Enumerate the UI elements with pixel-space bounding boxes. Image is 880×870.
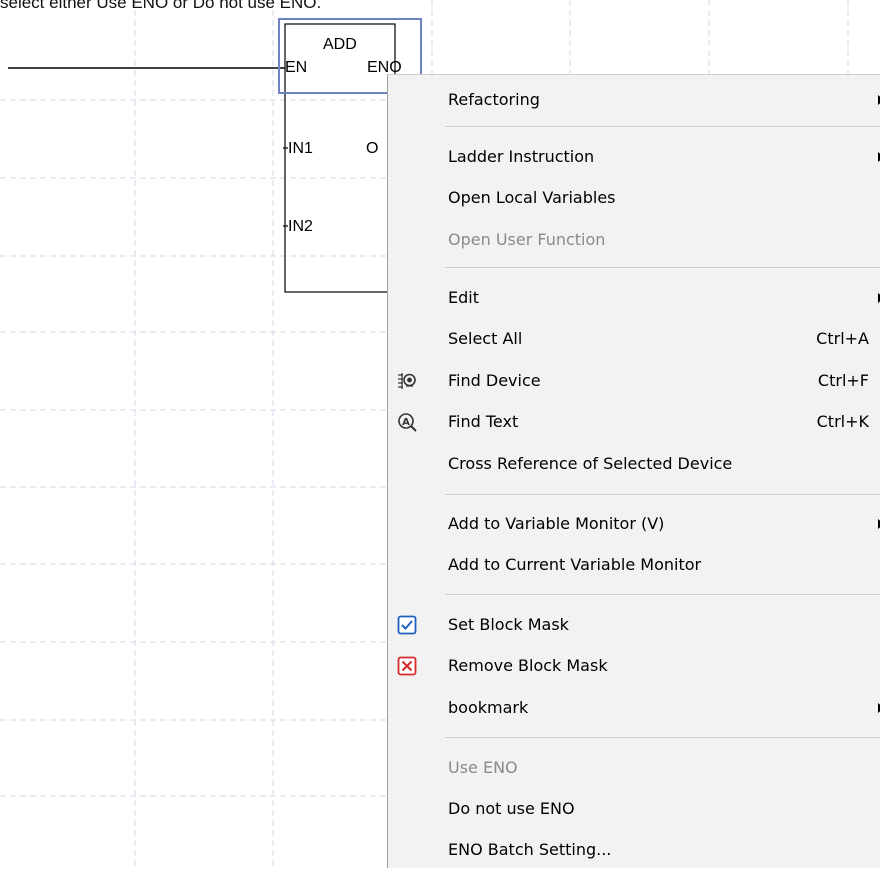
menu-item-add-to-variable-monitor[interactable]: Add to Variable Monitor (V) xyxy=(388,504,880,544)
menu-item-ladder-instruction[interactable]: Ladder Instruction xyxy=(388,137,880,177)
menu-item-label: Set Block Mask xyxy=(448,615,569,634)
menu-item-label: Open User Function xyxy=(448,230,606,249)
checkbox-remove-icon xyxy=(397,656,417,676)
menu-item-edit[interactable]: Edit xyxy=(388,278,880,318)
menu-separator xyxy=(445,594,880,595)
menu-separator xyxy=(445,267,880,268)
menu-item-label: Open Local Variables xyxy=(448,188,616,207)
menu-item-open-user-function: Open User Function xyxy=(388,220,880,260)
menu-separator xyxy=(445,494,880,495)
checkbox-checked-icon xyxy=(397,615,417,635)
shortcut-label: Ctrl+A xyxy=(816,329,869,348)
shortcut-label: Ctrl+K xyxy=(816,412,869,431)
menu-item-label: Remove Block Mask xyxy=(448,656,608,675)
menu-item-set-block-mask[interactable]: Set Block Mask xyxy=(388,605,880,645)
menu-item-find-text[interactable]: A Find Text Ctrl+K xyxy=(388,402,880,442)
menu-item-label: Ladder Instruction xyxy=(448,147,595,166)
menu-item-label: Cross Reference of Selected Device xyxy=(448,454,733,473)
menu-item-select-all[interactable]: Select All Ctrl+A xyxy=(388,319,880,359)
menu-item-label: bookmark xyxy=(448,698,529,717)
context-menu: Refactoring Ladder Instruction Open Loca… xyxy=(387,74,880,868)
menu-item-label: Do not use ENO xyxy=(448,799,575,818)
menu-item-eno-batch-setting[interactable]: ENO Batch Setting... xyxy=(388,830,880,870)
menu-item-label: Edit xyxy=(448,288,479,307)
block-title: ADD xyxy=(323,36,357,53)
menu-item-label: ENO Batch Setting... xyxy=(448,840,612,859)
menu-item-use-eno: Use ENO xyxy=(388,748,880,788)
menu-item-remove-block-mask[interactable]: Remove Block Mask xyxy=(388,646,880,686)
menu-item-cross-reference[interactable]: Cross Reference of Selected Device xyxy=(388,444,880,484)
menu-item-bookmark[interactable]: bookmark xyxy=(388,688,880,728)
find-text-icon: A xyxy=(398,413,417,432)
en-label: EN xyxy=(285,59,308,76)
menu-separator xyxy=(445,737,880,738)
menu-item-label: Add to Current Variable Monitor xyxy=(448,555,702,574)
in2-label: IN2 xyxy=(288,218,313,235)
menu-item-add-to-current-variable-monitor[interactable]: Add to Current Variable Monitor xyxy=(388,545,880,585)
menu-item-open-local-variables[interactable]: Open Local Variables xyxy=(388,178,880,218)
menu-item-label: Find Text xyxy=(448,412,519,431)
menu-item-label: Find Device xyxy=(448,371,541,390)
find-device-icon xyxy=(398,373,416,389)
menu-item-label: Add to Variable Monitor (V) xyxy=(448,514,665,533)
menu-item-label: Select All xyxy=(448,329,523,348)
menu-item-refactoring[interactable]: Refactoring xyxy=(388,80,880,120)
menu-item-do-not-use-eno[interactable]: Do not use ENO xyxy=(388,789,880,829)
menu-item-label: Refactoring xyxy=(448,90,540,109)
menu-item-label: Use ENO xyxy=(448,758,518,777)
menu-separator xyxy=(445,126,880,127)
shortcut-label: Ctrl+F xyxy=(817,371,869,390)
instruction-caption: select either Use ENO or Do not use ENO. xyxy=(0,0,322,12)
out-label: O xyxy=(366,140,379,157)
in1-label: IN1 xyxy=(288,140,313,157)
svg-text:A: A xyxy=(402,417,410,428)
menu-item-find-device[interactable]: Find Device Ctrl+F xyxy=(388,361,880,401)
